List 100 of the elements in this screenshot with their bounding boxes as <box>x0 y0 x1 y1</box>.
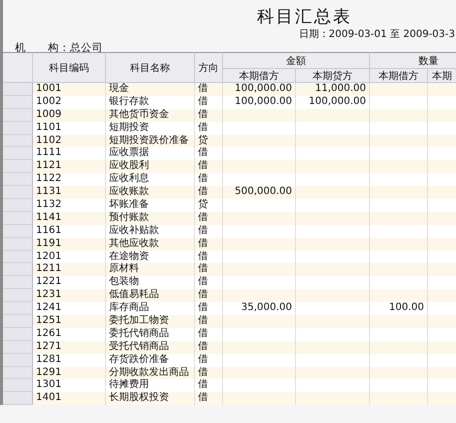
table-cell: 借 <box>195 147 223 160</box>
row-header <box>3 122 33 135</box>
table-cell: 在途物资 <box>106 250 195 264</box>
table-cell: 100,000.00 <box>223 83 296 96</box>
column-header: 本期 <box>428 69 456 83</box>
row-header <box>3 354 33 367</box>
table-cell: 1161 <box>33 224 106 238</box>
table-cell: 1102 <box>33 134 106 148</box>
table-cell: 1241 <box>33 302 106 316</box>
table-cell: 借 <box>195 392 223 406</box>
table-cell: 短期投资跌价准备 <box>106 134 195 148</box>
corner-header <box>3 52 33 83</box>
table-cell: 1201 <box>33 250 106 264</box>
table-cell: 借 <box>195 315 223 328</box>
table-cell: 借 <box>195 250 223 264</box>
table-cell: 1002 <box>33 96 106 109</box>
table-cell: 1261 <box>33 328 106 341</box>
table-cell: 借 <box>195 160 223 174</box>
table-cell: 借 <box>195 263 223 276</box>
table-cell: 1101 <box>33 122 106 135</box>
table-cell: 银行存款 <box>106 96 195 109</box>
table-cell: 100,000.00 <box>296 96 370 109</box>
table-cell: 借 <box>195 83 223 96</box>
row-header <box>3 212 33 225</box>
column-header: 本期借方 <box>370 69 428 83</box>
table-cell: 借 <box>195 96 223 109</box>
table-cell: 存货跌价准备 <box>106 354 195 367</box>
table-cell: 100.00 <box>370 302 428 316</box>
table-cell: 11,000.00 <box>296 83 370 96</box>
table-cell: 1122 <box>33 173 106 186</box>
table-cell: 借 <box>195 340 223 354</box>
table-cell: 借 <box>195 122 223 135</box>
table-cell: 借 <box>195 379 223 392</box>
table-cell: 1271 <box>33 340 106 354</box>
table-cell: 借 <box>195 354 223 367</box>
table-cell: 其他货币资金 <box>106 108 195 122</box>
table-cell: 借 <box>195 289 223 302</box>
column-header: 方向 <box>195 52 223 83</box>
row-header <box>3 250 33 264</box>
table-cell: 1221 <box>33 276 106 290</box>
row-header <box>3 96 33 109</box>
row-header <box>3 108 33 122</box>
table-cell: 贷 <box>195 134 223 148</box>
table-cell: 1281 <box>33 354 106 367</box>
table-cell: 借 <box>195 328 223 341</box>
table-cell: 1211 <box>33 263 106 276</box>
table-cell: 1141 <box>33 212 106 225</box>
table-cell: 現金 <box>106 83 195 96</box>
table-cell: 1401 <box>33 392 106 406</box>
table-cell: 待摊费用 <box>106 379 195 392</box>
column-group-header: 数量 <box>370 52 456 69</box>
table-cell: 借 <box>195 108 223 122</box>
table-cell: 1131 <box>33 186 106 200</box>
column-header: 科目编码 <box>33 52 106 83</box>
row-header <box>3 199 33 212</box>
table-cell: 1121 <box>33 160 106 174</box>
table-cell: 借 <box>195 186 223 200</box>
row-header <box>3 160 33 174</box>
table-cell: 35,000.00 <box>223 302 296 316</box>
table-cell: 1291 <box>33 366 106 380</box>
table-cell: 1001 <box>33 83 106 96</box>
row-header <box>3 289 33 302</box>
row-header <box>3 224 33 238</box>
table-cell: 长期股权投资 <box>106 392 195 406</box>
row-header <box>3 379 33 392</box>
table-cell: 500,000.00 <box>223 186 296 200</box>
column-header: 科目名称 <box>106 52 195 83</box>
table-cell: 100,000.00 <box>223 96 296 109</box>
table-cell: 短期投资 <box>106 122 195 135</box>
table-cell: 1191 <box>33 238 106 251</box>
table-cell: 借 <box>195 302 223 316</box>
table-cell: 1231 <box>33 289 106 302</box>
row-header <box>3 315 33 328</box>
table-cell: 预付账款 <box>106 212 195 225</box>
table-cell: 借 <box>195 224 223 238</box>
row-header <box>3 263 33 276</box>
row-header <box>3 134 33 148</box>
row-header <box>3 83 33 96</box>
table-cell: 贷 <box>195 199 223 212</box>
row-header <box>3 328 33 341</box>
row-header <box>3 276 33 290</box>
table-cell: 借 <box>195 276 223 290</box>
row-header <box>3 392 33 406</box>
table-cell: 借 <box>195 212 223 225</box>
row-header <box>3 147 33 160</box>
date-range: 日期：2009-03-01 至 2009-03-3 <box>298 28 455 41</box>
row-header <box>3 302 33 316</box>
row-header <box>3 238 33 251</box>
table-cell: 1009 <box>33 108 106 122</box>
row-header <box>3 340 33 354</box>
row-header <box>3 173 33 186</box>
table-cell: 1132 <box>33 199 106 212</box>
report-title: 科目汇总表 <box>257 6 352 27</box>
table-cell: 1111 <box>33 147 106 160</box>
column-group-header: 金額 <box>223 52 370 69</box>
table-cell: 借 <box>195 173 223 186</box>
table-cell: 1301 <box>33 379 106 392</box>
table-cell: 低值易耗品 <box>106 289 195 302</box>
table-cell: 借 <box>195 238 223 251</box>
table-cell: 包装物 <box>106 276 195 290</box>
